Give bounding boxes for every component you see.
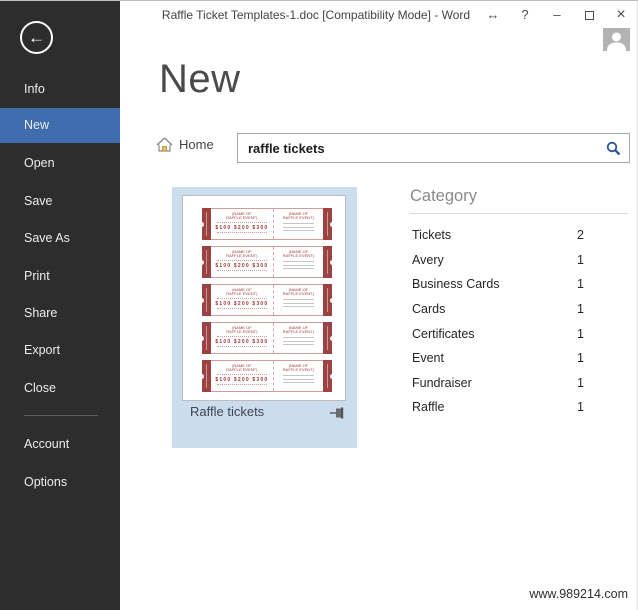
category-name: Cards [412,302,446,317]
ticket-stub-left [199,208,211,240]
category-row-raffle[interactable]: Raffle 1 [412,395,584,420]
ticket-row: (NAME OF RAFFLE EVENT) $100 $200 $300 (N… [199,360,335,392]
sidebar-item-save-as[interactable]: Save As [0,223,120,253]
sidebar-item-print[interactable]: Print [0,261,120,291]
maximize-icon [584,11,594,21]
sidebar-item-new[interactable]: New [0,108,120,143]
category-count: 1 [577,277,584,292]
category-row-fundraiser[interactable]: Fundraiser 1 [412,371,584,396]
category-row-cards[interactable]: Cards 1 [412,297,584,322]
breadcrumb-home-label: Home [179,137,214,152]
category-row-business-cards[interactable]: Business Cards 1 [412,272,584,297]
category-count: 1 [577,326,584,341]
window-title: Raffle Ticket Templates-1.doc [Compatibi… [161,8,471,22]
category-count: 1 [577,375,584,390]
category-count: 1 [577,252,584,267]
category-count: 2 [577,228,584,243]
fullscreen-toggle-icon: ↔ [486,7,500,22]
category-row-avery[interactable]: Avery 1 [412,248,584,273]
ticket-stub-right [323,208,335,240]
left-arrow-icon: ← [28,28,45,47]
category-divider [410,213,628,214]
template-search-box [237,133,630,163]
back-button[interactable]: ← [20,21,53,54]
sidebar-item-open[interactable]: Open [0,148,120,178]
search-button[interactable] [606,134,629,162]
category-name: Raffle [412,400,445,415]
category-name: Event [412,351,444,366]
ticket-row: (NAME OF RAFFLE EVENT) $100 $200 $300 (N… [199,208,335,240]
category-count: 1 [577,351,584,366]
minimize-button[interactable]: – [549,6,565,24]
ticket-row: (NAME OF RAFFLE EVENT) $100 $200 $300 (N… [199,246,335,278]
sidebar-item-save[interactable]: Save [0,186,120,216]
category-count: 1 [577,302,584,317]
minimize-icon: – [553,7,561,22]
pin-icon [330,407,344,419]
pin-button[interactable] [330,407,345,422]
category-name: Business Cards [412,277,500,292]
sidebar: ← Info New Open Save Save As Print Share… [0,1,120,610]
search-input[interactable] [238,134,606,162]
help-button[interactable]: ? [517,6,533,24]
watermark: www.989214.com [529,587,628,601]
sidebar-item-share[interactable]: Share [0,298,120,328]
help-icon: ? [521,7,529,22]
category-count: 1 [577,400,584,415]
page-title: New [159,57,241,101]
close-icon: × [616,6,626,23]
sidebar-item-options[interactable]: Options [0,467,120,497]
sidebar-item-export[interactable]: Export [0,335,120,365]
category-name: Tickets [412,228,452,243]
category-row-certificates[interactable]: Certificates 1 [412,321,584,346]
fullscreen-toggle-button[interactable]: ↔ [485,6,501,24]
category-name: Fundraiser [412,375,472,390]
sidebar-divider [24,415,98,416]
category-panel-title: Category [410,187,477,205]
ticket-row: (NAME OF RAFFLE EVENT) $100 $200 $300 (N… [199,284,335,316]
template-label: Raffle tickets [190,404,265,419]
breadcrumb-home[interactable]: Home [156,137,214,152]
home-icon [156,137,173,152]
maximize-button[interactable] [581,6,597,24]
sidebar-item-close[interactable]: Close [0,373,120,403]
sidebar-item-account[interactable]: Account [0,429,120,459]
category-row-event[interactable]: Event 1 [412,346,584,371]
sidebar-item-info[interactable]: Info [0,74,120,104]
person-icon [607,32,626,51]
category-name: Avery [412,252,444,267]
window-controls: ↔ ? – × [485,6,629,24]
user-avatar[interactable] [603,28,630,51]
word-backstage-window: Raffle Ticket Templates-1.doc [Compatibi… [0,0,638,610]
close-button[interactable]: × [613,6,629,24]
ticket-row: (NAME OF RAFFLE EVENT) $100 $200 $300 (N… [199,322,335,354]
category-row-tickets[interactable]: Tickets 2 [412,223,584,248]
template-tile-raffle-tickets[interactable]: (NAME OF RAFFLE EVENT) $100 $200 $300 (N… [172,187,357,448]
template-page-preview: (NAME OF RAFFLE EVENT) $100 $200 $300 (N… [182,195,346,401]
search-icon [606,141,621,155]
category-list: Tickets 2 Avery 1 Business Cards 1 Cards… [412,223,584,420]
category-name: Certificates [412,326,475,341]
